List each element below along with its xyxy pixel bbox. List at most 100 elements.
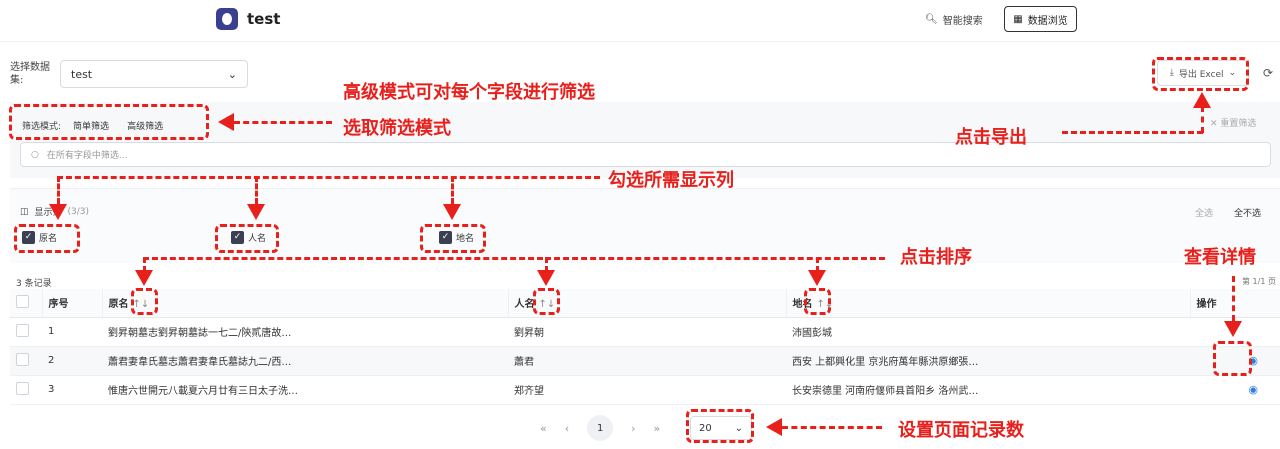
table-header-row: 序号 原名 ↑↓ 人名 ↑↓ 地名 ↑↓ 操作 (10, 289, 1280, 318)
header-person-label: 人名 (514, 299, 535, 311)
annotation-line (1232, 276, 1235, 321)
annotation-line (234, 121, 332, 124)
next-page-icon[interactable]: › (631, 422, 635, 435)
table-row: 3 惟唐六世開元八載夏六月廿有三日太子洗… 郑齐望 长安崇德里 河南府偃师县首阳… (10, 375, 1280, 405)
annotation-line (255, 176, 258, 204)
select-all-rows-cell[interactable] (10, 289, 43, 318)
row-select-cell[interactable] (10, 346, 42, 376)
annotation-box-col-name (14, 224, 80, 253)
row-name: 蕭君妻韋氏墓志蕭君妻韋氏墓誌九二/西… (102, 346, 508, 376)
search-icon: 🔍︎ (925, 14, 938, 25)
row-select-cell[interactable] (10, 317, 42, 347)
columns-icon: ◫ (20, 206, 29, 217)
row-place: 长安崇德里 河南府偃师县首阳乡 洛州武… (786, 375, 1190, 405)
columns-count: (3/3) (67, 206, 90, 217)
annotation-line (451, 176, 454, 204)
annotation-sort: 点击排序 (900, 247, 972, 268)
annotation-page-size: 设置页面记录数 (898, 420, 1024, 441)
data-table: 序号 原名 ↑↓ 人名 ↑↓ 地名 ↑↓ 操作 1 劉昇朝墓志劉昇朝墓誌一七二/陝貳唐… (10, 289, 1280, 405)
pagination: « ‹ 1 › » (540, 415, 660, 441)
first-page-icon[interactable]: « (540, 422, 547, 435)
nav-browse-label: 数据浏览 (1027, 15, 1068, 27)
row-index: 1 (42, 317, 102, 347)
table-row: 2 蕭君妻韋氏墓志蕭君妻韋氏墓誌九二/西… 蕭君 西安 上都興化里 京兆府萬年縣… (10, 346, 1280, 376)
checkbox-icon (16, 352, 29, 366)
dataset-label: 选择数据集: (10, 62, 50, 86)
nav-browse-button[interactable]: ▦ 数据浏览 (1004, 6, 1077, 32)
table-row: 1 劉昇朝墓志劉昇朝墓誌一七二/陝貳唐故… 劉昇朝 沛國彭城 (10, 317, 1280, 347)
reset-filter-button[interactable]: ✕ 重置筛选 (1210, 116, 1256, 129)
dataset-select[interactable]: test ⌄ (60, 60, 248, 88)
annotation-line (143, 257, 543, 260)
annotation-details: 查看详情 (1184, 247, 1256, 268)
annotation-line (57, 176, 600, 179)
column-picker-panel (10, 188, 1280, 263)
view-details-icon[interactable]: ◉ (1248, 383, 1258, 396)
annotation-box-sort-name (131, 288, 158, 315)
annotation-box-page-size (686, 409, 754, 443)
reset-filter-label: 重置筛选 (1220, 119, 1257, 129)
annotation-arrow (443, 204, 461, 220)
annotation-arrow (49, 204, 67, 220)
annotation-line (1201, 106, 1204, 133)
select-all-button[interactable]: 全选 (1195, 206, 1213, 219)
annotation-arrow (808, 270, 826, 286)
header-index: 序号 (42, 289, 103, 318)
header-place[interactable]: 地名 ↑↓ (786, 289, 1191, 318)
annotation-line (782, 426, 882, 429)
prev-page-icon[interactable]: ‹ (565, 422, 569, 435)
select-none-button[interactable]: 全不选 (1234, 206, 1261, 219)
annotation-pick-mode: 选取筛选模式 (343, 118, 451, 139)
annotation-box-col-person (215, 224, 279, 253)
annotation-arrow (247, 204, 265, 220)
record-count: 3 条记录 (16, 279, 52, 289)
annotation-box-details (1213, 341, 1252, 376)
annotation-line (545, 257, 885, 260)
checkbox-icon (16, 381, 29, 395)
app-title: test (247, 10, 281, 28)
annotation-export: 点击导出 (955, 127, 1027, 148)
table-icon: ▦ (1013, 13, 1023, 25)
filter-placeholder: 在所有字段中筛选... (46, 151, 128, 161)
row-person: 劉昇朝 (508, 317, 786, 347)
row-name: 惟唐六世開元八載夏六月廿有三日太子洗… (102, 375, 508, 405)
row-place: 西安 上都興化里 京兆府萬年縣洪原鄉張… (786, 346, 1190, 376)
annotation-box-export (1152, 57, 1249, 91)
row-place: 沛國彭城 (786, 317, 1190, 347)
row-index: 3 (42, 375, 102, 405)
last-page-icon[interactable]: » (654, 422, 661, 435)
row-person: 蕭君 (508, 346, 786, 376)
row-select-cell[interactable] (10, 375, 42, 405)
refresh-icon[interactable]: ⟳ (1263, 66, 1273, 80)
dataset-value: test (71, 67, 93, 81)
header-name[interactable]: 原名 ↑↓ (102, 289, 509, 318)
app-logo-icon (216, 8, 238, 30)
annotation-arrow (135, 270, 153, 286)
checkbox-icon (16, 323, 29, 337)
annotation-box-sort-place (804, 288, 831, 315)
nav-search-label: 智能搜索 (942, 16, 983, 27)
annotation-advanced-mode: 高级模式可对每个字段进行筛选 (343, 82, 595, 103)
annotation-line (57, 176, 60, 204)
annotation-pick-columns: 勾选所需显示列 (608, 170, 734, 191)
search-icon: ○ (31, 149, 39, 160)
annotation-arrow (537, 270, 555, 286)
global-filter-input[interactable]: ○ 在所有字段中筛选... (20, 142, 1271, 167)
annotation-arrow (218, 113, 234, 131)
annotation-line (1062, 131, 1203, 134)
chevron-down-icon: ⌄ (227, 67, 237, 81)
row-person: 郑齐望 (508, 375, 786, 405)
header-name-label: 原名 (108, 299, 129, 311)
close-icon: ✕ (1210, 119, 1221, 129)
annotation-box-sort-person (533, 288, 560, 315)
current-page-button[interactable]: 1 (587, 415, 614, 441)
page-info: 第 1/1 页 (1242, 277, 1276, 286)
header-actions: 操作 (1190, 289, 1280, 318)
row-index: 2 (42, 346, 102, 376)
nav-search-button[interactable]: 🔍︎ 智能搜索 (925, 12, 983, 27)
row-actions: ◉ (1190, 375, 1280, 405)
annotation-arrow (1224, 321, 1242, 337)
annotation-box-filter-mode (9, 104, 209, 140)
checkbox-icon (16, 294, 29, 308)
annotation-box-col-place (420, 224, 486, 253)
